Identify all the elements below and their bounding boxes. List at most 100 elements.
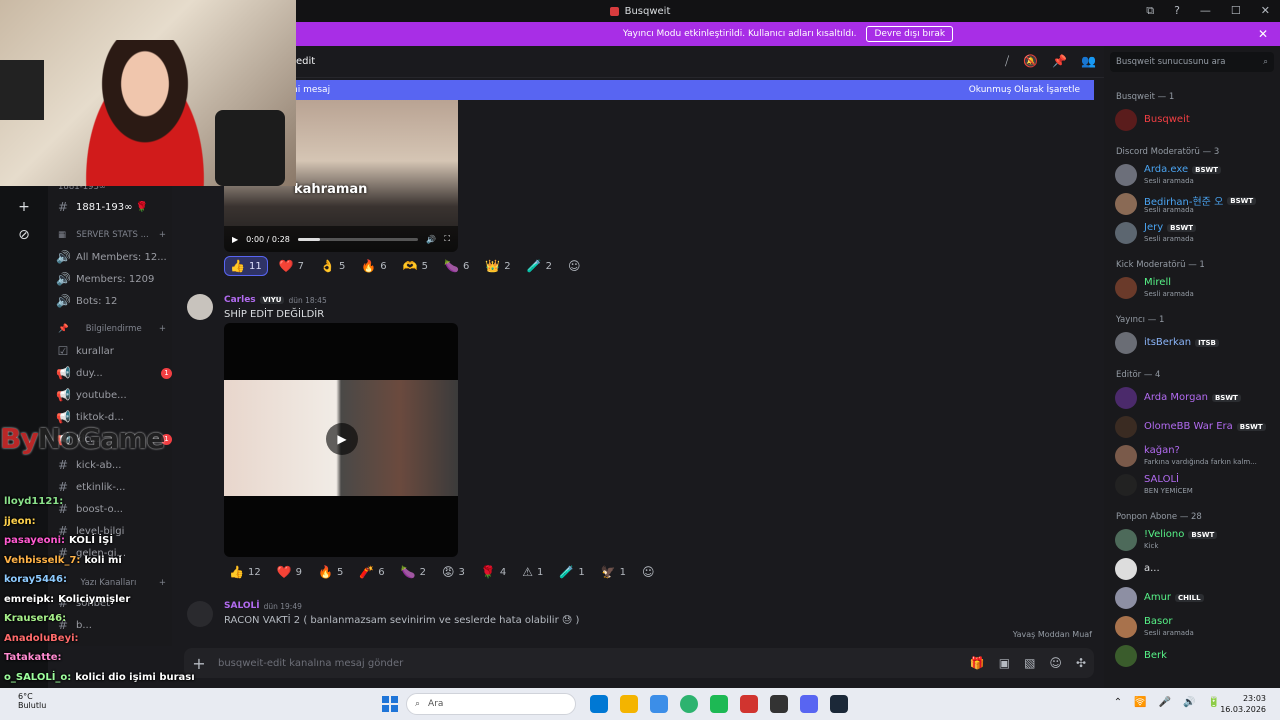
emoji-icon[interactable]: ☺: [1049, 656, 1062, 670]
sticker-icon[interactable]: ▧: [1024, 656, 1035, 670]
gift-icon[interactable]: 🎁: [970, 656, 985, 670]
channel-item[interactable]: 🔊 Members: 1209: [56, 270, 172, 288]
explore-icon[interactable]: ⊘: [12, 224, 36, 248]
reaction-chip[interactable]: 🧨 6: [354, 562, 389, 582]
reaction-chip[interactable]: ❤️ 7: [274, 256, 309, 276]
gif-icon[interactable]: ▣: [999, 656, 1010, 670]
channel-category[interactable]: ▦ SERVER STATS ... +: [58, 230, 166, 240]
reaction-chip[interactable]: 👍 11: [224, 256, 268, 276]
reaction-chip[interactable]: 🍆 2: [396, 562, 431, 582]
reaction-chip[interactable]: 🧪 1: [554, 562, 589, 582]
member-item[interactable]: OlomeBB War Era BSWT: [1112, 413, 1276, 441]
video-progress-bar[interactable]: [297, 237, 419, 241]
tray-overflow-icon[interactable]: ⌃: [1114, 697, 1122, 708]
member-item[interactable]: Berk: [1112, 642, 1276, 670]
channel-item[interactable]: 📢 duy... 1: [56, 364, 172, 382]
threads-icon[interactable]: ⧸: [1005, 54, 1009, 69]
reaction-emoji: 🧪: [526, 259, 542, 273]
channel-category[interactable]: 📌 Bilgilendirme +: [58, 324, 166, 334]
reaction-chip[interactable]: 🫶 5: [398, 256, 433, 276]
weather-widget[interactable]: 6°C Bulutlu: [18, 692, 46, 710]
pin-icon[interactable]: 📌: [1052, 54, 1067, 69]
battery-icon[interactable]: 🔋: [1208, 697, 1220, 708]
member-item[interactable]: Arda Morgan BSWT: [1112, 384, 1276, 412]
maximize-button[interactable]: ☐: [1231, 4, 1241, 18]
volume-icon[interactable]: 🔊: [426, 235, 436, 244]
message-author[interactable]: Carles: [224, 295, 256, 305]
message-input[interactable]: busqweit-edit kanalına mesaj gönder: [218, 658, 403, 669]
reaction-chip[interactable]: 👑 2: [480, 256, 515, 276]
member-item[interactable]: !Veliono BSWT Kick: [1112, 526, 1276, 554]
reaction-chip[interactable]: 🔥 5: [313, 562, 348, 582]
add-channel-icon[interactable]: +: [159, 230, 166, 240]
taskbar-app-icon[interactable]: [830, 695, 848, 713]
inbox-icon[interactable]: ⧉: [1146, 4, 1154, 18]
taskbar-app-icon[interactable]: [680, 695, 698, 713]
taskbar-app-icon[interactable]: [650, 695, 668, 713]
avatar[interactable]: [187, 294, 213, 320]
close-button[interactable]: ✕: [1261, 4, 1270, 18]
avatar: [1115, 277, 1137, 299]
channel-item[interactable]: #1881-193∞ 🌹: [56, 198, 172, 216]
member-item[interactable]: Mirell Sesli aramada: [1112, 274, 1276, 302]
play-icon[interactable]: ▶: [326, 423, 358, 455]
fullscreen-icon[interactable]: ⛶: [444, 234, 450, 244]
channel-item[interactable]: ☑ kurallar: [56, 342, 172, 360]
member-item[interactable]: Amur CHILL: [1112, 584, 1276, 612]
apps-icon[interactable]: ✣: [1076, 656, 1086, 670]
member-item[interactable]: Jery BSWT Sesli aramada: [1112, 219, 1276, 247]
reaction-chip[interactable]: ☺: [637, 562, 664, 582]
member-item[interactable]: itsBerkan ITSB: [1112, 329, 1276, 357]
volume-icon[interactable]: 🔊: [1183, 697, 1195, 708]
member-item[interactable]: a...: [1112, 555, 1276, 583]
member-item[interactable]: Busqweit: [1112, 106, 1276, 134]
channel-item[interactable]: 🔊 Bots: 12: [56, 292, 172, 310]
network-icon[interactable]: 🛜: [1134, 697, 1146, 708]
taskbar-app-icon[interactable]: [770, 695, 788, 713]
member-status: Farkına vardığında farkın kalm...: [1144, 458, 1257, 466]
server-search-input[interactable]: Busqweit sunucusunu ara ⌕: [1110, 52, 1274, 72]
video-attachment[interactable]: ▶: [224, 323, 458, 557]
start-button[interactable]: [382, 696, 398, 712]
channel-item[interactable]: # kick-ab...: [56, 456, 172, 474]
reaction-chip[interactable]: ☺: [563, 256, 590, 276]
taskbar-clock[interactable]: 23:03 16.03.2026: [1220, 693, 1266, 715]
reaction-chip[interactable]: 😡 3: [437, 562, 470, 582]
help-icon[interactable]: ?: [1174, 4, 1180, 18]
reaction-chip[interactable]: 🍆 6: [439, 256, 474, 276]
member-item[interactable]: Arda.exe BSWT Sesli aramada: [1112, 161, 1276, 189]
mute-icon[interactable]: 🔕: [1023, 54, 1038, 69]
avatar[interactable]: [187, 601, 213, 627]
taskbar-app-icon[interactable]: [590, 695, 608, 713]
taskbar-search[interactable]: ⌕ Ara: [406, 693, 576, 715]
reaction-chip[interactable]: 🧪 2: [522, 256, 557, 276]
taskbar-app-icon[interactable]: [620, 695, 638, 713]
add-server-icon[interactable]: +: [12, 196, 36, 220]
disable-streamer-mode-button[interactable]: Devre dışı bırak: [866, 26, 954, 42]
mark-as-read-button[interactable]: Okunmuş Olarak İşaretle: [969, 85, 1080, 95]
reaction-chip[interactable]: 👍 12: [224, 562, 266, 582]
reaction-chip[interactable]: 🔥 6: [356, 256, 391, 276]
banner-close-icon[interactable]: ✕: [1258, 27, 1268, 41]
new-messages-bar[interactable]: ni mesaj Okunmuş Olarak İşaretle: [292, 80, 1094, 100]
member-list-icon[interactable]: 👥: [1081, 54, 1096, 69]
reaction-chip[interactable]: 🦅 1: [596, 562, 631, 582]
channel-item[interactable]: 🔊 All Members: 12...: [56, 248, 172, 266]
microphone-icon[interactable]: 🎤: [1159, 697, 1171, 708]
member-item[interactable]: SALOLİ BEN YEMİCEM: [1112, 471, 1276, 499]
message-author[interactable]: SALOLİ: [224, 601, 260, 611]
taskbar-app-icon[interactable]: [710, 695, 728, 713]
channel-item[interactable]: 📢 youtube...: [56, 386, 172, 404]
reaction-chip[interactable]: ⚠ 1: [517, 562, 548, 582]
member-item[interactable]: Basor Sesli aramada: [1112, 613, 1276, 641]
member-item[interactable]: Bedirhan-현준 오 BSWT Sesli aramada: [1112, 190, 1276, 218]
taskbar-app-icon[interactable]: [800, 695, 818, 713]
minimize-button[interactable]: —: [1200, 4, 1211, 18]
reaction-chip[interactable]: 👌 5: [315, 256, 350, 276]
reaction-chip[interactable]: ❤️ 9: [272, 562, 307, 582]
taskbar-app-icon[interactable]: [740, 695, 758, 713]
reaction-chip[interactable]: 🌹 4: [476, 562, 511, 582]
add-channel-icon[interactable]: +: [159, 324, 166, 334]
play-icon[interactable]: ▶: [232, 235, 238, 244]
member-item[interactable]: kağan? Farkına vardığında farkın kalm...: [1112, 442, 1276, 470]
